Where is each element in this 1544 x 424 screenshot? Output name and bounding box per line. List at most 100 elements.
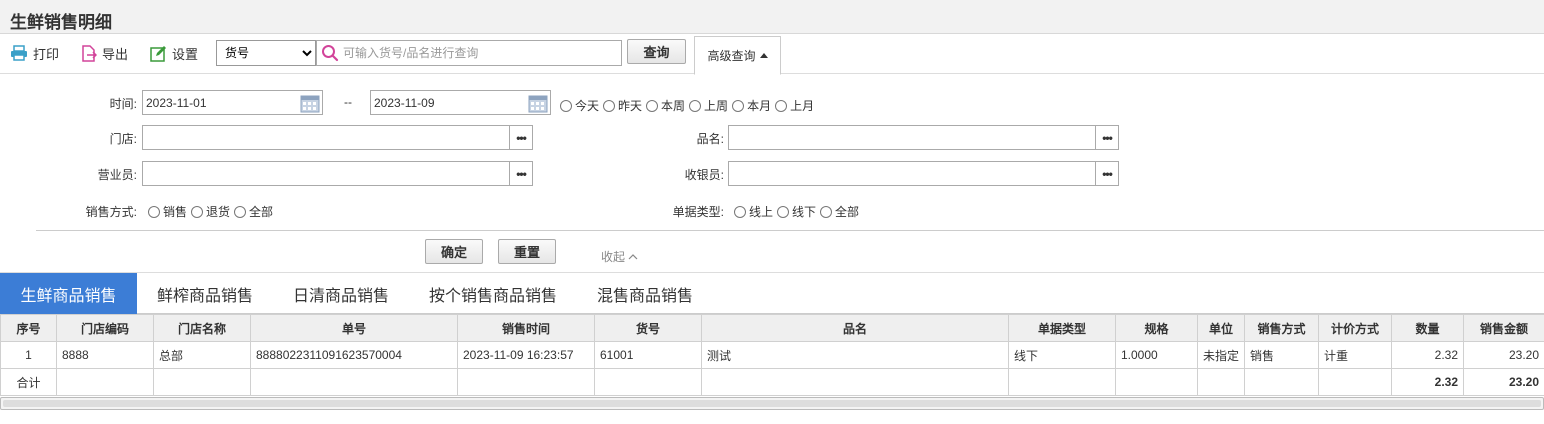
settings-label: 设置 (172, 46, 199, 62)
radio-sale-all[interactable]: 全部 (234, 203, 273, 220)
cell-unit: 未指定 (1197, 341, 1245, 369)
total-amount: 23.20 (1463, 368, 1544, 396)
column-header[interactable]: 销售金额 (1463, 314, 1544, 342)
radio-yesterday[interactable]: 昨天 (603, 97, 642, 114)
radio-circle (777, 205, 790, 218)
column-header[interactable]: 计价方式 (1318, 314, 1392, 342)
radio-circle (191, 205, 204, 218)
reset-button[interactable]: 重置 (498, 239, 556, 264)
cell-order-no: 8888022311091623570004 (250, 341, 458, 369)
scrollbar-thumb[interactable] (3, 400, 1541, 407)
radio-doc-all[interactable]: 全部 (820, 203, 859, 220)
radio-today[interactable]: 今天 (560, 97, 599, 114)
tab-fresh-sales[interactable]: 生鲜商品销售 (0, 273, 137, 315)
radio-last-month[interactable]: 上月 (775, 97, 814, 114)
date-from-input[interactable]: 2023-11-01 (142, 90, 323, 115)
empty-cell (56, 368, 154, 396)
radio-label: 本月 (747, 99, 772, 113)
radio-label: 今天 (575, 99, 600, 113)
advanced-filter-panel: 时间: 2023-11-01 -- 2023-11-09 今天 昨天 本周 上周… (0, 75, 1544, 272)
salesperson-input[interactable] (142, 161, 510, 186)
empty-cell (594, 368, 702, 396)
query-button[interactable]: 查询 (627, 39, 686, 64)
radio-circle (646, 99, 659, 112)
doc-type-group: 线上 线下 全部 (734, 203, 863, 220)
store-input[interactable] (142, 125, 510, 150)
empty-cell (1115, 368, 1198, 396)
column-header[interactable]: 门店名称 (153, 314, 251, 342)
collapse-link[interactable]: 收起 (601, 248, 638, 265)
column-header[interactable]: 品名 (701, 314, 1009, 342)
edit-settings-icon (150, 45, 166, 62)
cell-doc-type: 线下 (1008, 341, 1116, 369)
cashier-picker-button[interactable]: ••• (1095, 161, 1119, 186)
column-header[interactable]: 货号 (594, 314, 702, 342)
print-button[interactable]: 打印 (10, 43, 59, 63)
cell-sale-mode: 销售 (1244, 341, 1319, 369)
cashier-input[interactable] (728, 161, 1096, 186)
empty-cell (1318, 368, 1392, 396)
advanced-query-label: 高级查询 (707, 49, 756, 63)
date-to-input[interactable]: 2023-11-09 (370, 90, 551, 115)
print-label: 打印 (33, 46, 60, 62)
doc-type-label: 单据类型: (672, 205, 724, 219)
calendar-icon[interactable] (528, 93, 548, 113)
advanced-query-tab[interactable]: 高级查询 (694, 36, 781, 75)
column-header[interactable]: 门店编码 (56, 314, 154, 342)
column-header[interactable]: 数量 (1391, 314, 1464, 342)
cell-item-no: 61001 (594, 341, 702, 369)
empty-cell (1197, 368, 1245, 396)
settings-button[interactable]: 设置 (150, 43, 198, 63)
tab-mixed-sales[interactable]: 混售商品销售 (577, 273, 713, 315)
confirm-button[interactable]: 确定 (425, 239, 483, 264)
radio-label: 线上 (749, 205, 774, 219)
tab-per-piece-sales[interactable]: 按个销售商品销售 (409, 273, 577, 315)
salesperson-picker-button[interactable]: ••• (509, 161, 533, 186)
radio-circle (775, 99, 788, 112)
cell-pricing-mode: 计重 (1318, 341, 1392, 369)
tab-juice-sales[interactable]: 鲜榨商品销售 (137, 273, 273, 315)
horizontal-scrollbar[interactable] (0, 397, 1544, 410)
salesperson-label: 营业员: (97, 168, 137, 182)
tab-daily-clear-sales[interactable]: 日清商品销售 (273, 273, 409, 315)
search-input[interactable] (343, 46, 621, 60)
column-header[interactable]: 销售时间 (457, 314, 595, 342)
calendar-icon[interactable] (300, 93, 320, 113)
export-button[interactable]: 导出 (81, 43, 128, 63)
column-header[interactable]: 规格 (1115, 314, 1198, 342)
product-picker-button[interactable]: ••• (1095, 125, 1119, 150)
total-label: 合计 (0, 368, 57, 396)
empty-cell (457, 368, 595, 396)
radio-circle (732, 99, 745, 112)
radio-online[interactable]: 线上 (734, 203, 773, 220)
radio-return[interactable]: 退货 (191, 203, 230, 220)
radio-last-week[interactable]: 上周 (689, 97, 728, 114)
search-field-select[interactable]: 货号 (216, 40, 316, 66)
collapse-label: 收起 (601, 250, 626, 264)
cell-quantity: 2.32 (1391, 341, 1464, 369)
column-header[interactable]: 单据类型 (1008, 314, 1116, 342)
radio-label: 退货 (206, 205, 231, 219)
column-header[interactable]: 序号 (0, 314, 57, 342)
sale-mode-group: 销售 退货 全部 (148, 203, 277, 220)
radio-offline[interactable]: 线下 (777, 203, 816, 220)
column-header[interactable]: 销售方式 (1244, 314, 1319, 342)
empty-cell (250, 368, 458, 396)
radio-this-month[interactable]: 本月 (732, 97, 771, 114)
time-label: 时间: (109, 97, 137, 111)
radio-sale[interactable]: 销售 (148, 203, 187, 220)
date-separator: -- (344, 95, 352, 109)
caret-up-icon (759, 53, 768, 58)
radio-this-week[interactable]: 本周 (646, 97, 685, 114)
store-picker-button[interactable]: ••• (509, 125, 533, 150)
column-header[interactable]: 单号 (250, 314, 458, 342)
empty-cell (701, 368, 1009, 396)
total-row: 合计 2.32 23.20 (0, 368, 1544, 396)
column-header[interactable]: 单位 (1197, 314, 1245, 342)
table-row[interactable]: 1 8888 总部 8888022311091623570004 2023-11… (0, 341, 1544, 369)
cell-index: 1 (0, 341, 57, 369)
radio-circle (603, 99, 616, 112)
product-input[interactable] (728, 125, 1096, 150)
cell-store-name: 总部 (153, 341, 251, 369)
cashier-label: 收银员: (684, 168, 724, 182)
